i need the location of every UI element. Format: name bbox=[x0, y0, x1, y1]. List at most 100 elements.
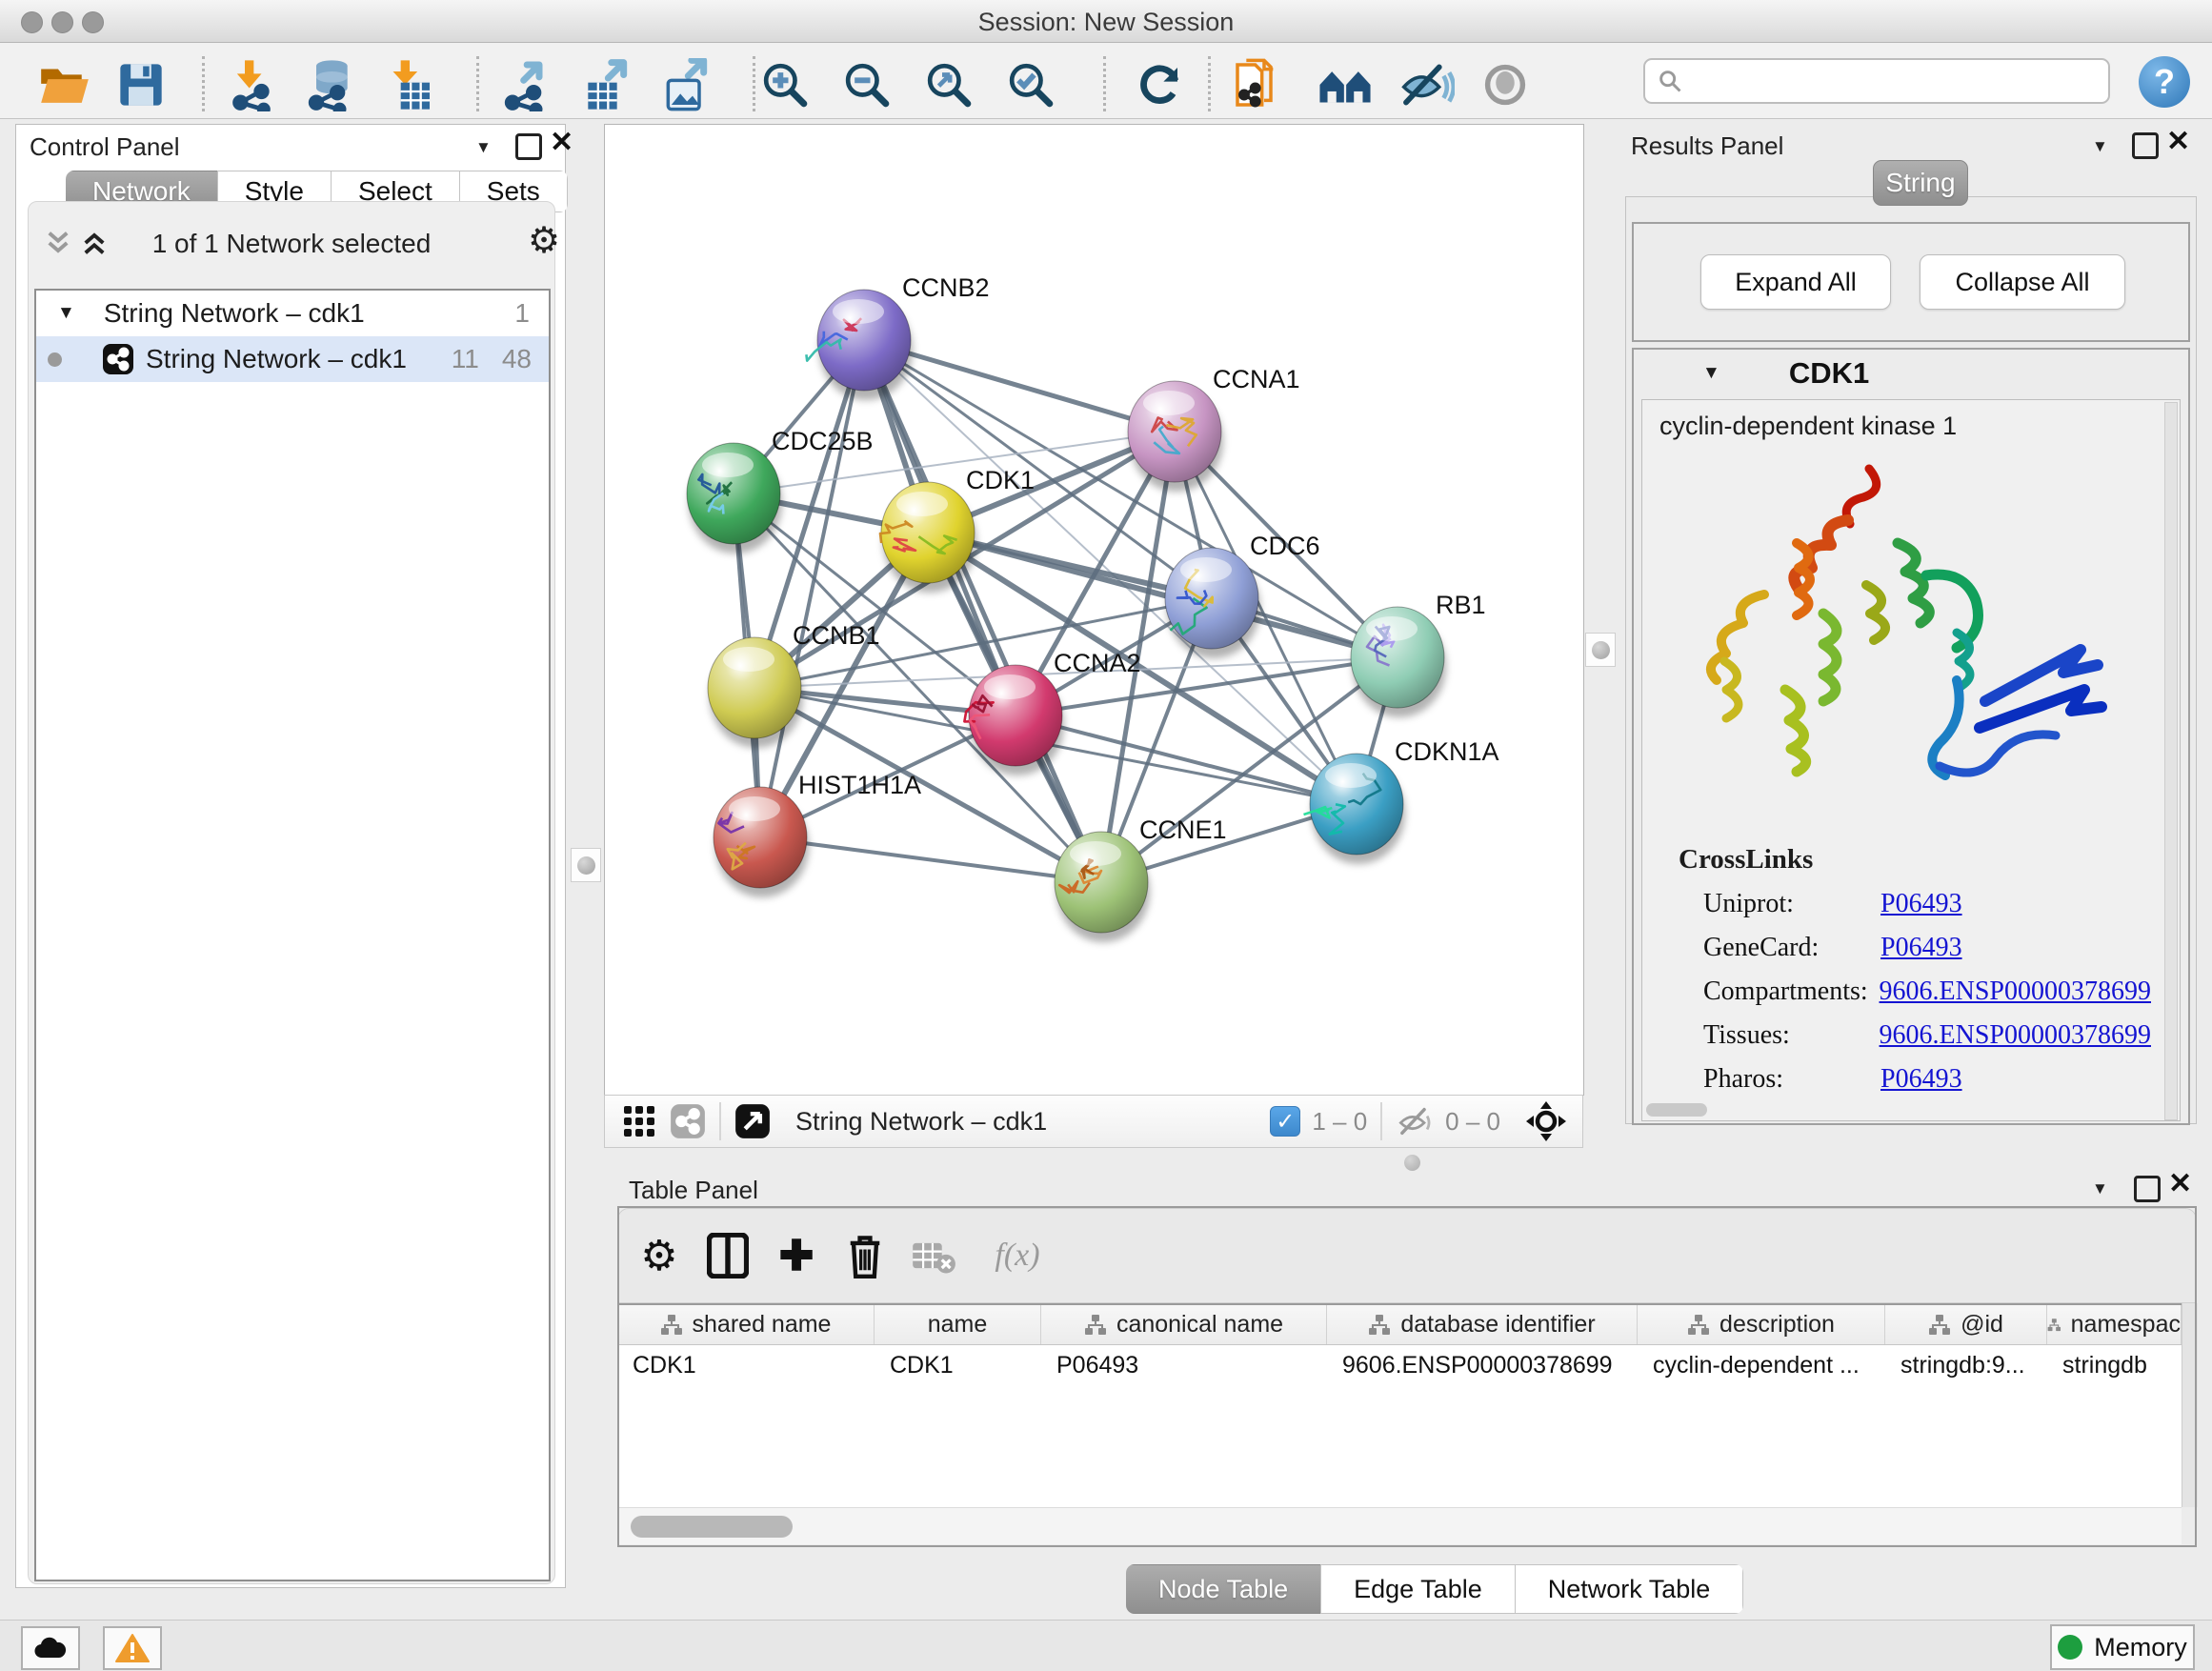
table-column-header[interactable]: namespac bbox=[2047, 1305, 2182, 1344]
table-type-tab[interactable]: Node Table bbox=[1126, 1564, 1321, 1614]
table-cell[interactable]: stringdb:9... bbox=[1885, 1345, 2047, 1385]
results-tab-string[interactable]: String bbox=[1873, 160, 1968, 206]
table-column-header[interactable]: database identifier bbox=[1327, 1305, 1638, 1344]
table-cell[interactable]: CDK1 bbox=[617, 1345, 875, 1385]
table-settings-gear-icon[interactable]: ⚙ bbox=[632, 1231, 687, 1280]
shared-column-icon bbox=[1368, 1314, 1391, 1337]
table-column-header[interactable]: shared name bbox=[617, 1305, 875, 1344]
string-share-gray-icon[interactable] bbox=[670, 1103, 706, 1139]
table-column-header[interactable]: name bbox=[875, 1305, 1041, 1344]
tree-expand-caret-icon[interactable]: ▼ bbox=[57, 303, 75, 324]
network-edge-CCNB2-CCNE1[interactable] bbox=[864, 340, 1101, 882]
crosslink-link[interactable]: P06493 bbox=[1880, 889, 1962, 919]
results-vertical-scrollbar[interactable] bbox=[2164, 402, 2178, 1120]
panel-close-icon[interactable]: ✕ bbox=[550, 132, 573, 153]
scrollbar-thumb[interactable] bbox=[631, 1516, 793, 1538]
zoom-out-button[interactable] bbox=[836, 60, 897, 110]
network-graph[interactable]: CCNB2CCNA1CDC25BCDK1CDC6RB1CCNB1CCNA2CDK… bbox=[605, 125, 1583, 1095]
table-type-tab[interactable]: Edge Table bbox=[1320, 1564, 1516, 1614]
results-horizontal-scroll-thumb[interactable] bbox=[1646, 1103, 1707, 1117]
left-splitter-handle[interactable] bbox=[571, 848, 601, 882]
panel-menu-caret-icon[interactable]: ▼ bbox=[2092, 1179, 2108, 1198]
search-field[interactable] bbox=[1643, 58, 2110, 104]
panel-float-icon[interactable] bbox=[2132, 132, 2159, 159]
horizontal-splitter-handle[interactable] bbox=[1404, 1155, 1420, 1171]
gear-icon[interactable]: ⚙ bbox=[528, 219, 560, 262]
open-in-new-window-icon[interactable] bbox=[734, 1103, 771, 1139]
network-node-CCNB1[interactable]: CCNB1 bbox=[708, 621, 880, 748]
panel-float-icon[interactable] bbox=[2134, 1176, 2161, 1202]
warning-status-button[interactable] bbox=[103, 1626, 162, 1670]
network-canvas[interactable]: CCNB2CCNA1CDC25BCDK1CDC6RB1CCNB1CCNA2CDK… bbox=[604, 124, 1584, 1096]
table-cell[interactable]: stringdb bbox=[2047, 1345, 2182, 1385]
import-network-from-database-button[interactable] bbox=[299, 60, 360, 110]
right-splitter-handle[interactable] bbox=[1585, 633, 1616, 667]
table-column-header[interactable]: description bbox=[1638, 1305, 1885, 1344]
edge-count: 48 bbox=[502, 344, 532, 374]
zoom-fit-button[interactable] bbox=[918, 60, 979, 110]
table-cell[interactable]: 9606.ENSP00000378699 bbox=[1327, 1345, 1638, 1385]
network-node-CCNB2[interactable]: CCNB2 bbox=[806, 273, 989, 400]
help-button[interactable]: ? bbox=[2139, 56, 2190, 108]
function-builder-icon[interactable]: f(x) bbox=[990, 1231, 1045, 1280]
network-tree-root-row[interactable]: ▼ String Network – cdk1 1 bbox=[36, 291, 549, 336]
show-columns-icon[interactable] bbox=[700, 1231, 755, 1280]
memory-button[interactable]: Memory bbox=[2050, 1624, 2195, 1670]
crosslink-link[interactable]: 9606.ENSP00000378699 bbox=[1880, 976, 2151, 1007]
table-horizontal-scrollbar[interactable] bbox=[617, 1507, 2182, 1544]
zoom-selected-button[interactable] bbox=[1000, 60, 1061, 110]
table-cell[interactable]: cyclin-dependent ... bbox=[1638, 1345, 1885, 1385]
cloud-status-button[interactable] bbox=[21, 1626, 80, 1670]
panel-menu-caret-icon[interactable]: ▼ bbox=[475, 138, 492, 157]
export-network-button[interactable] bbox=[495, 60, 556, 110]
table-vertical-scrollbar[interactable] bbox=[2182, 1303, 2198, 1507]
network-node-HIST1H1A[interactable]: HIST1H1A bbox=[714, 771, 921, 897]
network-node-CDC25B[interactable]: CDC25B bbox=[687, 427, 874, 554]
crosslink-link[interactable]: P06493 bbox=[1880, 1064, 1962, 1095]
panel-close-icon[interactable]: ✕ bbox=[2168, 1174, 2192, 1195]
panel-float-icon[interactable] bbox=[515, 133, 542, 160]
crosslink-link[interactable]: 9606.ENSP00000378699 bbox=[1880, 1020, 2151, 1051]
table-header-row: shared name name canonical name bbox=[617, 1303, 2182, 1345]
table-row[interactable]: CDK1CDK1P064939606.ENSP00000378699cyclin… bbox=[617, 1345, 2182, 1385]
table-cell[interactable]: CDK1 bbox=[875, 1345, 1041, 1385]
birds-eye-view-icon[interactable] bbox=[622, 1104, 656, 1138]
table-cell[interactable]: P06493 bbox=[1041, 1345, 1327, 1385]
table-column-header[interactable]: canonical name bbox=[1041, 1305, 1327, 1344]
import-network-button[interactable] bbox=[221, 60, 282, 110]
network-edge-CCNB2-HIST1H1A[interactable] bbox=[760, 340, 864, 837]
splitter-knob-icon bbox=[577, 856, 595, 875]
delete-column-trash-icon[interactable] bbox=[837, 1231, 893, 1280]
expand-all-button[interactable]: Expand All bbox=[1700, 254, 1891, 310]
crosslink-link[interactable]: P06493 bbox=[1880, 933, 1962, 963]
hidden-eye-slash-icon[interactable] bbox=[1396, 1105, 1434, 1137]
table-column-header[interactable]: @id bbox=[1885, 1305, 2047, 1344]
collapse-all-button[interactable]: Collapse All bbox=[1920, 254, 2125, 310]
selected-nodes-checkbox[interactable]: ✓ bbox=[1270, 1106, 1300, 1137]
network-tree-item-row[interactable]: String Network – cdk1 11 48 bbox=[36, 336, 549, 382]
enrichment-button[interactable] bbox=[1315, 60, 1376, 110]
network-node-CDC6[interactable]: CDC6 bbox=[1165, 532, 1320, 658]
open-session-button[interactable] bbox=[34, 60, 95, 110]
export-image-button[interactable] bbox=[655, 60, 716, 110]
crosshair-move-icon[interactable] bbox=[1525, 1100, 1567, 1142]
panel-close-icon[interactable]: ✕ bbox=[2166, 131, 2190, 152]
refresh-button[interactable] bbox=[1130, 60, 1191, 110]
show-all-button[interactable] bbox=[1475, 60, 1536, 110]
search-input[interactable] bbox=[1683, 66, 2108, 97]
zoom-in-button[interactable] bbox=[754, 60, 815, 110]
panel-menu-caret-icon[interactable]: ▼ bbox=[2092, 137, 2108, 156]
hide-selected-button[interactable] bbox=[1397, 60, 1458, 110]
export-table-button[interactable] bbox=[575, 60, 636, 110]
network-node-RB1[interactable]: RB1 bbox=[1351, 591, 1486, 717]
delete-table-icon[interactable] bbox=[906, 1231, 961, 1280]
add-column-icon[interactable]: ✚ bbox=[769, 1231, 824, 1280]
crosslink-label: Tissues: bbox=[1703, 1020, 1880, 1051]
export-image-icon bbox=[659, 58, 713, 111]
save-session-button[interactable] bbox=[111, 60, 171, 110]
import-table-button[interactable] bbox=[379, 60, 440, 110]
table-type-tab[interactable]: Network Table bbox=[1515, 1564, 1744, 1614]
section-collapse-caret-icon[interactable]: ▼ bbox=[1702, 363, 1720, 384]
network-edge-HIST1H1A-CCNE1[interactable] bbox=[760, 837, 1101, 882]
string-import-button[interactable] bbox=[1227, 60, 1288, 110]
